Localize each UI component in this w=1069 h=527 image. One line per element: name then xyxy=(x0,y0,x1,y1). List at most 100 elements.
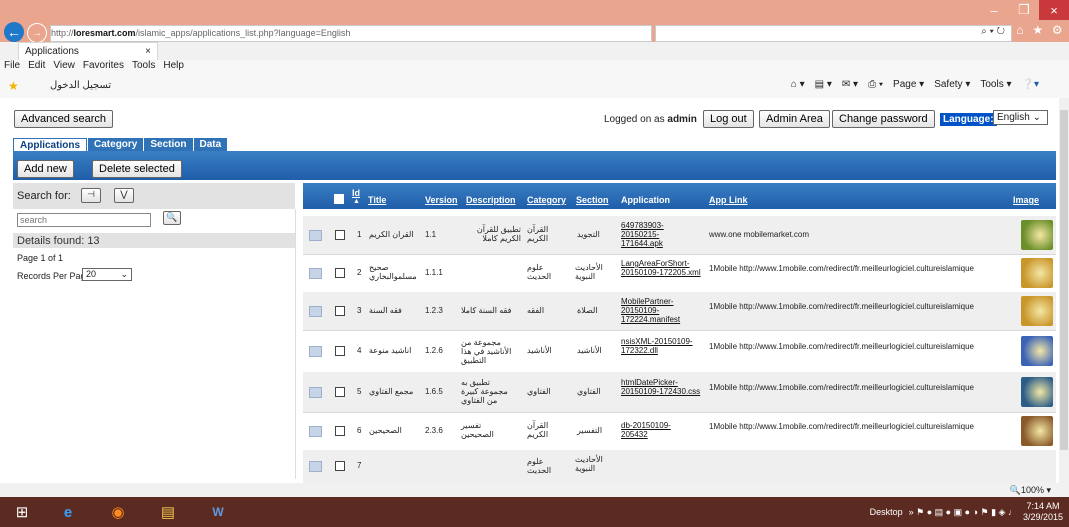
logout-button[interactable]: Log out xyxy=(703,110,754,128)
row-category: الفقه xyxy=(527,306,545,315)
close-window-button[interactable]: × xyxy=(1039,0,1069,20)
favorites-icon[interactable]: ★ xyxy=(8,79,19,93)
row-application[interactable]: htmlDatePicker-20150109-172430.css xyxy=(621,378,703,396)
row-checkbox[interactable] xyxy=(335,230,345,240)
menu-file[interactable]: File xyxy=(4,60,20,74)
tab-section[interactable]: Section xyxy=(144,138,193,151)
desktop-label[interactable]: Desktop xyxy=(870,507,903,517)
row-app-link: 1Mobile http://www.1mobile.com/redirect/… xyxy=(709,264,974,273)
help-icon[interactable]: ❔▾ xyxy=(1022,79,1039,90)
edit-icon[interactable] xyxy=(309,387,322,398)
edit-icon[interactable] xyxy=(309,230,322,241)
tray-icons[interactable]: » ⚑ ● ▤ ● ▣ ● ◑ ⚑ ▮ ◈ ♩ xyxy=(909,507,1017,518)
tab-close-icon[interactable]: × xyxy=(145,46,151,57)
row-application[interactable]: 649783903-20150215-171644.apk xyxy=(621,221,699,248)
favorites-link[interactable]: تسجيل الدخول xyxy=(50,80,111,91)
back-button[interactable]: ← xyxy=(4,22,24,42)
row-image xyxy=(1021,416,1053,446)
clock[interactable]: 7:14 AM 3/29/2015 xyxy=(1023,501,1063,523)
row-id: 5 xyxy=(357,387,362,396)
advanced-search-button[interactable]: Advanced search xyxy=(14,110,113,128)
search-refresh-icons[interactable]: ⌕ ▾ ↻ xyxy=(981,26,1005,37)
row-section: الأناشيد xyxy=(577,346,602,355)
tab-bar xyxy=(0,42,1069,60)
row-title: صحيح مسلموالبخاري xyxy=(369,263,417,281)
column-id[interactable]: Id xyxy=(352,188,360,198)
scrollbar-thumb[interactable] xyxy=(1060,110,1068,450)
edit-icon[interactable] xyxy=(309,426,322,437)
home-icon[interactable]: ⌂ xyxy=(1016,23,1023,41)
forward-button[interactable]: → xyxy=(27,23,47,43)
internet-explorer-icon[interactable]: e xyxy=(46,497,90,527)
print-icon[interactable]: ⎙ ▾ xyxy=(868,79,883,90)
column-application: Application xyxy=(621,195,670,205)
windows-start-icon[interactable]: ⊞ xyxy=(0,497,44,527)
row-checkbox[interactable] xyxy=(335,268,345,278)
row-application[interactable]: MobilePartner-20150109-172224.manifest xyxy=(621,297,703,324)
row-image xyxy=(1021,258,1053,288)
word-icon[interactable]: W xyxy=(196,497,240,527)
column-description[interactable]: Description xyxy=(466,195,516,205)
row-section: الأحاديث النبوية xyxy=(575,455,603,473)
row-checkbox[interactable] xyxy=(335,461,345,471)
column-category[interactable]: Category xyxy=(527,195,566,205)
row-application[interactable]: nsisXML-20150109-172322.dll xyxy=(621,337,699,355)
column-title[interactable]: Title xyxy=(368,195,386,205)
change-password-button[interactable]: Change password xyxy=(832,110,935,128)
browser-tab[interactable]: Applications × xyxy=(18,42,158,60)
menu-favorites[interactable]: Favorites xyxy=(83,60,124,74)
tab-data[interactable]: Data xyxy=(193,138,228,151)
page-menu[interactable]: Page ▾ xyxy=(893,79,924,90)
tools-menu[interactable]: Tools ▾ xyxy=(980,79,1011,90)
language-select[interactable]: English ⌄ xyxy=(993,110,1048,125)
zoom-level[interactable]: 🔍100% ▾ xyxy=(1010,485,1051,496)
column-section[interactable]: Section xyxy=(576,195,609,205)
menu-tools[interactable]: Tools xyxy=(132,60,155,74)
menu-edit[interactable]: Edit xyxy=(28,60,45,74)
add-new-button[interactable]: Add new xyxy=(17,160,74,178)
column-image[interactable]: Image xyxy=(1013,195,1039,205)
logged-status: Logged on as admin xyxy=(604,114,697,125)
edit-icon[interactable] xyxy=(309,346,322,357)
maximize-button[interactable]: ❐ xyxy=(1009,0,1039,20)
collapse-icon[interactable]: ⋁ xyxy=(114,188,134,203)
column-app-link[interactable]: App Link xyxy=(709,195,748,205)
feeds-icon[interactable]: ▤ ▾ xyxy=(815,79,832,90)
gear-icon[interactable]: ⚙ xyxy=(1052,23,1063,41)
menu-view[interactable]: View xyxy=(53,60,75,74)
row-title: القران الكريم xyxy=(369,230,414,239)
safety-menu[interactable]: Safety ▾ xyxy=(934,79,970,90)
row-id: 2 xyxy=(357,268,362,277)
row-checkbox[interactable] xyxy=(335,387,345,397)
admin-area-button[interactable]: Admin Area xyxy=(759,110,830,128)
row-checkbox[interactable] xyxy=(335,306,345,316)
search-options-icon[interactable]: ⊣ xyxy=(81,188,101,203)
edit-icon[interactable] xyxy=(309,306,322,317)
row-category: القرآن الكريم xyxy=(527,421,549,439)
file-explorer-icon[interactable]: ▤ xyxy=(146,497,190,527)
menu-help[interactable]: Help xyxy=(163,60,184,74)
records-per-page-select[interactable]: 20 ⌄ xyxy=(82,268,132,281)
select-all-checkbox[interactable] xyxy=(334,194,344,204)
tab-category[interactable]: Category xyxy=(88,138,144,151)
minimize-button[interactable]: – xyxy=(979,0,1009,20)
status-bar: 🔍100% ▾ xyxy=(0,483,1069,497)
search-input[interactable] xyxy=(17,213,151,227)
delete-selected-button[interactable]: Delete selected xyxy=(92,160,182,178)
row-category: الفتاوي xyxy=(527,387,551,396)
row-application[interactable]: db-20150109-205432 xyxy=(621,421,691,439)
search-icon[interactable]: 🔍 xyxy=(163,211,181,225)
row-application[interactable]: LangAreaForShort-20150109-172205.xml xyxy=(621,259,703,277)
edit-icon[interactable] xyxy=(309,268,322,279)
row-checkbox[interactable] xyxy=(335,426,345,436)
mail-icon[interactable]: ✉ ▾ xyxy=(842,79,858,90)
tab-applications[interactable]: Applications xyxy=(13,138,88,152)
edit-icon[interactable] xyxy=(309,461,322,472)
column-version[interactable]: Version xyxy=(425,195,458,205)
home-icon[interactable]: ⌂ ▾ xyxy=(791,79,805,90)
row-checkbox[interactable] xyxy=(335,346,345,356)
address-bar-tools[interactable]: ⌕ ▾ ↻ xyxy=(655,25,1012,42)
address-bar[interactable]: http://loresmart.com/islamic_apps/applic… xyxy=(50,25,652,42)
favorites-star-icon[interactable]: ★ xyxy=(1032,23,1043,41)
firefox-icon[interactable]: ◉ xyxy=(96,497,140,527)
